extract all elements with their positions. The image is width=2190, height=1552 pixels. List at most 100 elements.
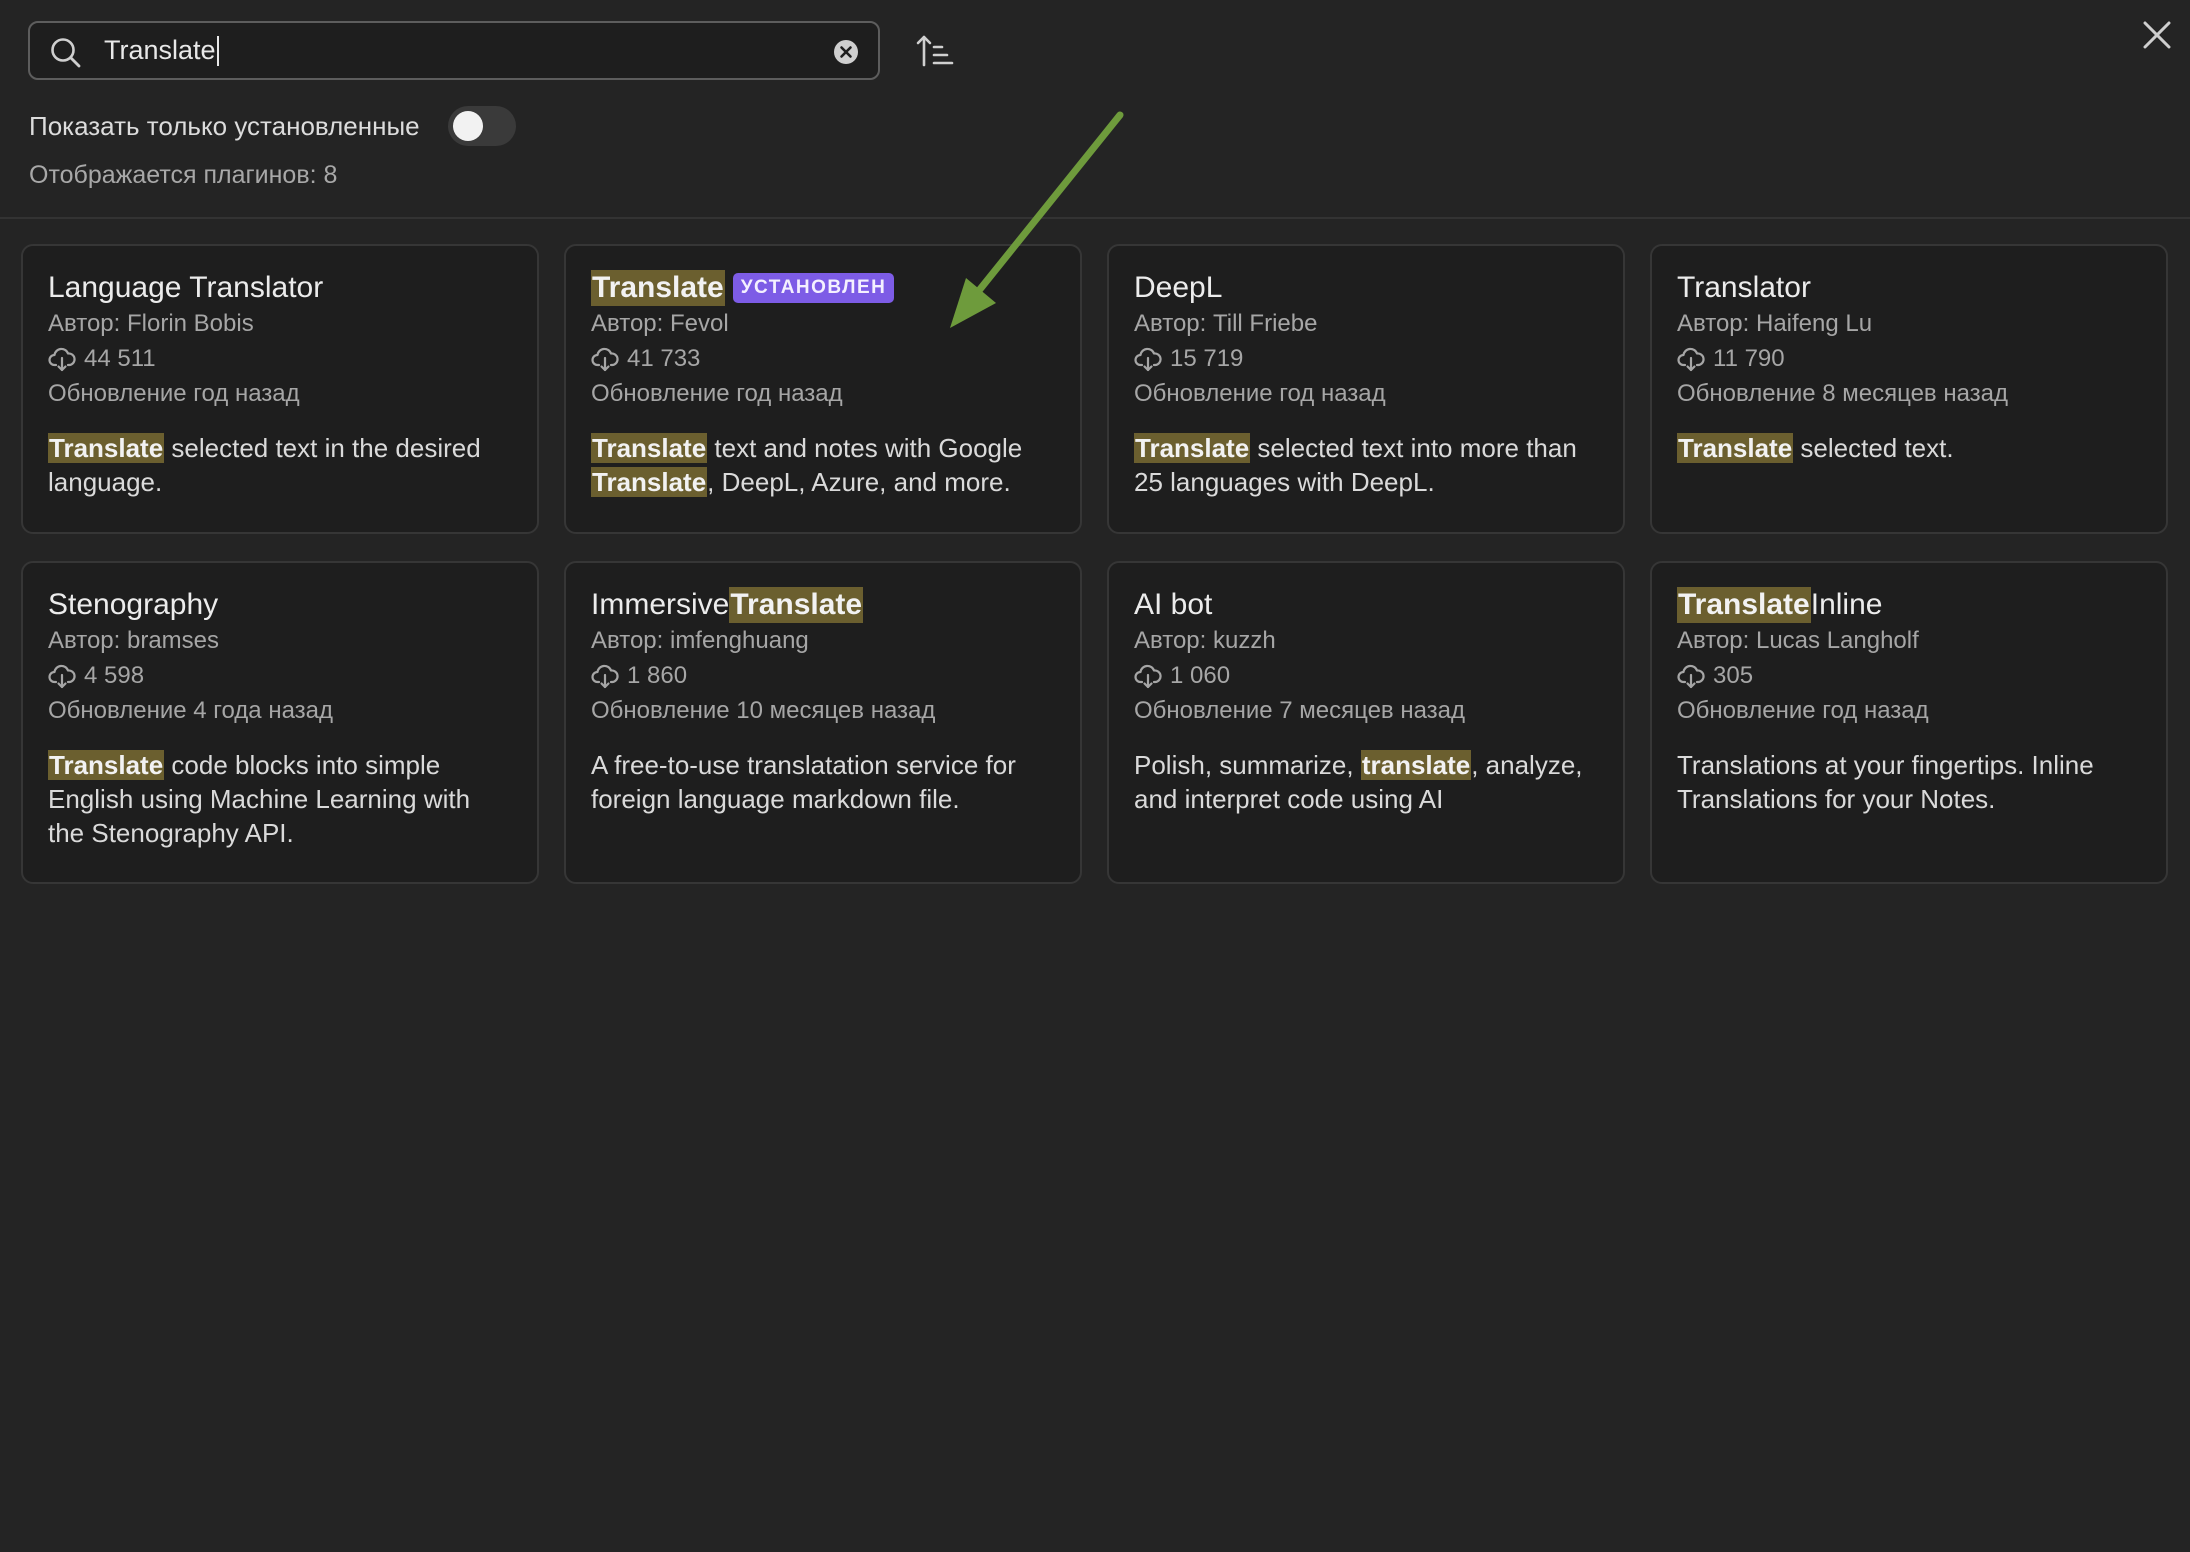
plugin-description-segment: Translations at your fingertips. Inline … xyxy=(1677,750,2094,814)
plugin-description-segment: Translate xyxy=(48,750,165,780)
plugin-title: DeepL xyxy=(1134,270,1598,306)
plugin-updated: Обновление год назад xyxy=(591,380,843,407)
plugin-title: AI bot xyxy=(1134,587,1598,623)
plugin-downloads: 44 511 xyxy=(48,341,512,376)
plugin-updated: Обновление год назад xyxy=(1677,697,1929,724)
plugin-title-segment: Immersive xyxy=(591,588,730,621)
plugin-title-segment: Translate xyxy=(591,270,725,306)
plugin-card[interactable]: Translate Inline Автор: Lucas Langholf 305… xyxy=(1650,561,2168,884)
plugin-author: Автор: bramses xyxy=(48,627,220,654)
plugin-card[interactable]: Immersive Translate Автор: imfenghuang 1 8… xyxy=(564,561,1082,884)
plugin-description-segment: Polish, summarize, xyxy=(1134,750,1361,780)
download-icon xyxy=(591,664,619,688)
plugin-author: Автор: Till Friebe xyxy=(1134,310,1318,337)
download-count: 41 733 xyxy=(627,345,701,372)
clear-search-icon[interactable] xyxy=(832,38,860,66)
installed-badge: УСТАНОВЛЕН xyxy=(732,273,895,303)
plugin-card[interactable]: Translator Автор: Haifeng Lu 11 790 Обновле… xyxy=(1650,244,2168,534)
toggle-knob xyxy=(452,111,483,141)
plugin-title: Translate Inline xyxy=(1677,587,2141,623)
plugin-description-segment: text and notes with Google xyxy=(707,433,1023,463)
download-count: 1 860 xyxy=(627,662,688,689)
download-count: 44 511 xyxy=(84,345,156,372)
plugin-grid: Language Translator Автор: Florin Bobis 44… xyxy=(21,244,2168,884)
plugin-updated: Обновление год назад xyxy=(1134,380,1386,407)
plugin-description: Polish, summarize, translate, analyze, a… xyxy=(1134,748,1598,816)
download-icon xyxy=(1134,664,1162,688)
plugin-title-segment: Inline xyxy=(1810,588,1883,621)
plugin-count: Отображается плагинов: 8 xyxy=(29,161,338,189)
plugin-updated: Обновление 10 месяцев назад xyxy=(591,697,936,724)
plugin-author: Автор: imfenghuang xyxy=(591,627,809,654)
search-icon xyxy=(51,38,81,68)
plugin-description-segment: Translate xyxy=(1134,433,1251,463)
plugin-title-segment: Translate xyxy=(729,587,864,623)
search-box[interactable]: Translate xyxy=(28,21,880,80)
plugin-description: Translate code blocks into simple Englis… xyxy=(48,748,512,850)
sort-icon[interactable] xyxy=(916,33,954,69)
download-icon xyxy=(48,347,76,371)
plugin-title-segment: AI bot xyxy=(1134,588,1213,621)
plugin-description-segment: translate xyxy=(1360,750,1472,780)
plugin-title: Immersive Translate xyxy=(591,587,1055,623)
search-input[interactable]: Translate xyxy=(104,23,844,78)
plugin-card[interactable]: Stenography Автор: bramses 4 598 Обновление… xyxy=(21,561,539,884)
plugin-card[interactable]: DeepL Автор: Till Friebe 15 719 Обновление … xyxy=(1107,244,1625,534)
plugin-title-segment: Translate xyxy=(1677,587,1811,623)
plugin-downloads: 15 719 xyxy=(1134,341,1598,376)
plugin-updated: Обновление 4 года назад xyxy=(48,697,334,724)
plugin-description: Translate selected text into more than 2… xyxy=(1134,431,1598,499)
plugin-description-segment: A free-to-use translatation service for … xyxy=(591,750,1016,814)
download-count: 15 719 xyxy=(1170,345,1244,372)
plugin-description: Translate text and notes with Google Tra… xyxy=(591,431,1055,499)
plugin-downloads: 41 733 xyxy=(591,341,1055,376)
plugin-downloads: 4 598 xyxy=(48,658,512,693)
download-icon xyxy=(1677,664,1705,688)
plugin-author: Автор: Haifeng Lu xyxy=(1677,310,1873,337)
plugin-author: Автор: Lucas Langholf xyxy=(1677,627,1919,654)
download-icon xyxy=(591,347,619,371)
plugin-updated: Обновление 8 месяцев назад xyxy=(1677,380,2009,407)
close-icon[interactable] xyxy=(2140,18,2174,52)
download-icon xyxy=(1677,347,1705,371)
plugin-title: Translator xyxy=(1677,270,2141,306)
plugin-updated: Обновление год назад xyxy=(48,380,300,407)
divider xyxy=(0,217,2190,219)
plugin-title-segment: DeepL xyxy=(1134,271,1223,304)
search-input-value: Translate xyxy=(104,35,216,65)
download-count: 305 xyxy=(1713,662,1754,689)
plugin-title-segment: Stenography xyxy=(48,588,219,621)
plugin-card[interactable]: Translate УСТАНОВЛЕН Автор: Fevol 41 733 Обн… xyxy=(564,244,1082,534)
plugin-card[interactable]: AI bot Автор: kuzzh 1 060 Обновление 7 меся… xyxy=(1107,561,1625,884)
plugin-downloads: 1 060 xyxy=(1134,658,1598,693)
plugin-description: Translate selected text in the desired l… xyxy=(48,431,512,499)
plugin-card[interactable]: Language Translator Автор: Florin Bobis 44… xyxy=(21,244,539,534)
plugin-title: Translate УСТАНОВЛЕН xyxy=(591,270,1055,306)
installed-only-label: Показать только установленные xyxy=(29,110,420,141)
plugin-title: Stenography xyxy=(48,587,512,623)
download-count: 11 790 xyxy=(1713,345,1785,372)
plugin-downloads: 305 xyxy=(1677,658,2141,693)
plugin-title: Language Translator xyxy=(48,270,512,306)
download-icon xyxy=(1134,347,1162,371)
plugin-author: Автор: kuzzh xyxy=(1134,627,1276,654)
plugin-updated: Обновление 7 месяцев назад xyxy=(1134,697,1466,724)
plugin-title-segment: Language Translator xyxy=(48,271,324,304)
plugin-downloads: 1 860 xyxy=(591,658,1055,693)
download-count: 4 598 xyxy=(84,662,145,689)
installed-only-toggle[interactable] xyxy=(447,106,516,146)
plugin-description-segment: Translate xyxy=(1677,433,1794,463)
plugin-author: Автор: Fevol xyxy=(591,310,729,337)
plugin-description: Translate selected text. xyxy=(1677,431,2141,465)
download-icon xyxy=(48,664,76,688)
plugin-downloads: 11 790 xyxy=(1677,341,2141,376)
plugin-description: A free-to-use translatation service for … xyxy=(591,748,1055,816)
plugin-description-segment: selected text. xyxy=(1793,433,1954,463)
plugin-description-segment: , DeepL, Azure, and more. xyxy=(707,467,1011,497)
plugin-description-segment: Translate xyxy=(591,433,708,463)
text-caret xyxy=(216,35,219,66)
plugin-description-segment: Translate xyxy=(48,433,165,463)
plugin-description: Translations at your fingertips. Inline … xyxy=(1677,748,2141,816)
plugin-description-segment: Translate xyxy=(591,467,708,497)
plugin-author: Автор: Florin Bobis xyxy=(48,310,254,337)
